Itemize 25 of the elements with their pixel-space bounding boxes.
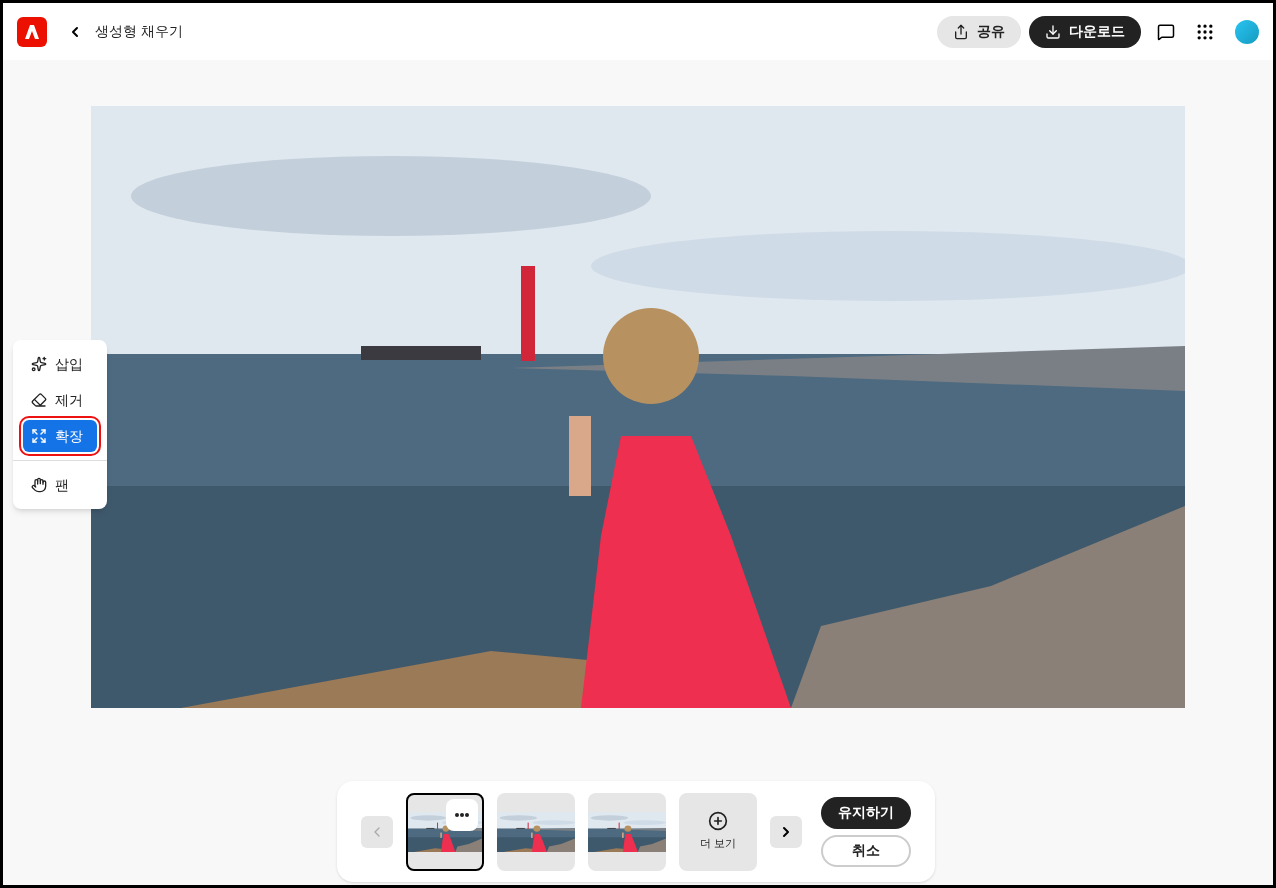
- more-button[interactable]: 더 보기: [679, 792, 757, 871]
- tool-button[interactable]: 삽입: [23, 348, 97, 380]
- tool-button[interactable]: 제거: [23, 384, 97, 416]
- cancel-button[interactable]: 취소: [821, 834, 911, 867]
- eraser-icon: [31, 392, 47, 408]
- variation-thumbnail[interactable]: [588, 792, 666, 871]
- hand-icon: [31, 477, 47, 493]
- more-options-button[interactable]: [446, 798, 478, 831]
- comment-icon[interactable]: [1157, 22, 1175, 41]
- keep-button[interactable]: 유지하기: [821, 796, 911, 829]
- download-icon: [1045, 23, 1061, 40]
- share-icon: [953, 23, 969, 40]
- variation-thumbnail[interactable]: [497, 792, 575, 871]
- plus-circle-icon: [708, 811, 728, 832]
- download-button[interactable]: 다운로드: [1029, 15, 1141, 48]
- tool-button[interactable]: 팬: [23, 469, 97, 501]
- next-button[interactable]: [770, 815, 802, 848]
- share-button[interactable]: 공유: [937, 15, 1021, 48]
- ellipsis-icon: [455, 812, 469, 817]
- variation-thumbnail[interactable]: [406, 792, 484, 871]
- sparkle-icon: [31, 356, 47, 372]
- avatar-icon[interactable]: [1235, 19, 1259, 44]
- expand-icon: [31, 428, 47, 444]
- page-title: 생성형 채우기: [95, 22, 183, 41]
- app-logo-icon[interactable]: [17, 16, 47, 47]
